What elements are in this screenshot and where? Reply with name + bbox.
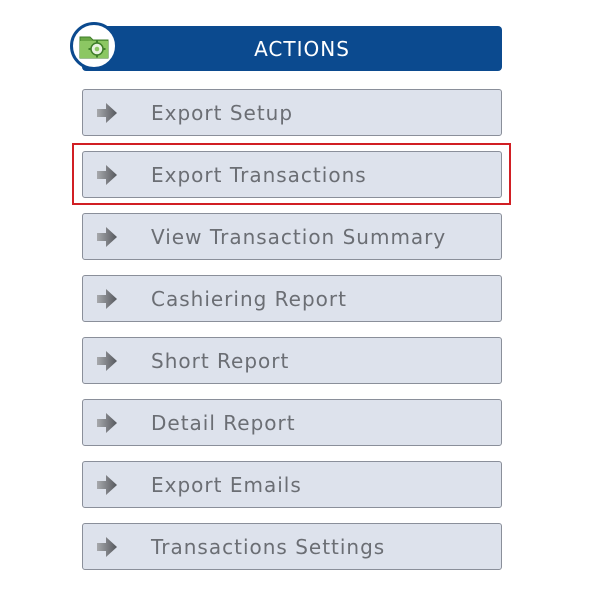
- folder-gear-icon: [70, 22, 118, 70]
- arrow-right-icon: [97, 103, 117, 123]
- button-label: Export Setup: [151, 100, 294, 125]
- arrow-right-icon: [97, 227, 117, 247]
- button-label: Export Emails: [151, 472, 302, 497]
- actions-header: ACTIONS: [82, 26, 502, 71]
- arrow-right-icon: [97, 351, 117, 371]
- button-label: Export Transactions: [151, 162, 367, 187]
- header-title: ACTIONS: [254, 36, 350, 61]
- button-label: Short Report: [151, 348, 290, 373]
- arrow-right-icon: [97, 413, 117, 433]
- export-emails-button[interactable]: Export Emails: [82, 461, 502, 508]
- button-label: Transactions Settings: [151, 534, 386, 559]
- arrow-right-icon: [97, 289, 117, 309]
- detail-report-button[interactable]: Detail Report: [82, 399, 502, 446]
- cashiering-report-button[interactable]: Cashiering Report: [82, 275, 502, 322]
- transactions-settings-button[interactable]: Transactions Settings: [82, 523, 502, 570]
- button-label: View Transaction Summary: [151, 224, 447, 249]
- arrow-right-icon: [97, 537, 117, 557]
- button-label: Cashiering Report: [151, 286, 347, 311]
- export-transactions-button[interactable]: Export Transactions: [82, 151, 502, 198]
- arrow-right-icon: [97, 475, 117, 495]
- export-setup-button[interactable]: Export Setup: [82, 89, 502, 136]
- button-label: Detail Report: [151, 410, 296, 435]
- view-transaction-summary-button[interactable]: View Transaction Summary: [82, 213, 502, 260]
- arrow-right-icon: [97, 165, 117, 185]
- short-report-button[interactable]: Short Report: [82, 337, 502, 384]
